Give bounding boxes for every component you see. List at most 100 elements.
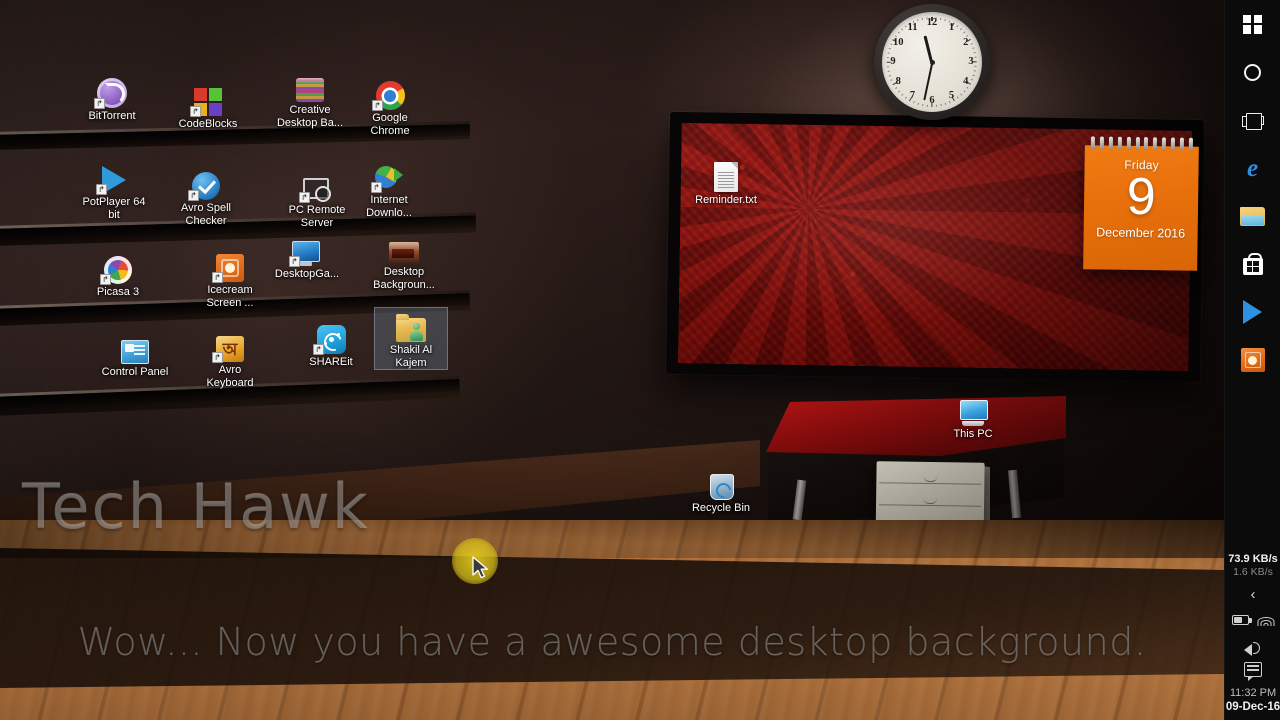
taskbar-button-cortana-circle[interactable] xyxy=(1225,48,1280,96)
desktop-icon-glyph: ↱ xyxy=(170,166,242,201)
desktop-icon[interactable]: This PC xyxy=(937,392,1009,441)
network-download-speed: 73.9 KB/s xyxy=(1228,553,1278,565)
desktop-icon-glyph: ↱ xyxy=(271,232,343,267)
picasa-icon: ↱ xyxy=(100,252,134,285)
calendar-widget[interactable]: Friday 9 December 2016 xyxy=(1083,136,1199,271)
desktop-icon[interactable]: ↱ PotPlayer 64 bit xyxy=(78,160,150,221)
calendar-spiral-rings-icon xyxy=(1085,136,1199,151)
volume-icon[interactable] xyxy=(1244,640,1262,656)
clock-numeral: 2 xyxy=(963,36,969,48)
desktop-icon[interactable]: Creative Desktop Ba... xyxy=(274,68,346,129)
desktop-icon-label: DesktopGa... xyxy=(274,268,340,280)
clock-numeral: 1 xyxy=(948,22,955,34)
shortcut-arrow-icon: ↱ xyxy=(372,100,383,111)
desktop-icon[interactable]: ↱ BitTorrent xyxy=(76,74,148,123)
desktop-icon-glyph xyxy=(368,230,440,264)
taskbar-button-file-explorer[interactable] xyxy=(1225,192,1280,240)
bittorrent-icon: ↱ xyxy=(94,76,128,109)
desktop-icon-glyph: ↱ xyxy=(295,320,367,355)
taskbar-button-microsoft-edge[interactable]: e xyxy=(1225,144,1280,192)
calendar-ring xyxy=(1170,137,1175,151)
desktop-wallpaper[interactable]: 12 1 2 3 4 5 6 7 8 9 10 11 Friday 9 December 2016 T… xyxy=(0,0,1224,720)
wifi-icon[interactable] xyxy=(1257,614,1274,626)
desktop-icon[interactable]: ↱ PC Remote Server xyxy=(281,168,353,229)
show-hidden-icons-chevron-icon[interactable]: ‹ xyxy=(1225,584,1280,606)
desktop-icon-label: Picasa 3 xyxy=(96,286,140,298)
desktop-icon[interactable]: Recycle Bin xyxy=(685,466,757,515)
battery-icon[interactable] xyxy=(1232,615,1252,625)
clock-face: 12 1 2 3 4 5 6 7 8 9 10 11 xyxy=(882,12,982,112)
desktop-icon-glyph xyxy=(690,158,762,192)
desktop-icon-label: Desktop Backgroun... xyxy=(373,266,435,291)
calendar-ring xyxy=(1179,137,1184,151)
calendar-ring xyxy=(1153,137,1158,151)
calendar-ring xyxy=(1091,136,1096,150)
avro-keyboard-icon: অ ↱ xyxy=(212,330,246,363)
google-chrome-icon: ↱ xyxy=(372,78,406,111)
clock-hour-hand xyxy=(923,35,934,63)
desktop-icon-glyph xyxy=(99,330,171,364)
taskbar-clock-date[interactable]: 09-Dec-16 xyxy=(1225,700,1280,714)
taskbar-button-windows-start[interactable] xyxy=(1225,0,1280,48)
calendar-ring xyxy=(1100,136,1105,150)
taskbar-button-icecream-recorder[interactable] xyxy=(1225,336,1280,384)
this-pc-icon xyxy=(957,394,989,426)
calendar-ring xyxy=(1135,136,1140,150)
clock-numeral: 5 xyxy=(948,89,955,101)
desktop-icon[interactable]: অ ↱ Avro Keyboard xyxy=(194,328,266,389)
desktop-icon-glyph: ↱ xyxy=(281,168,353,203)
desktop-icon[interactable]: ↱ Google Chrome xyxy=(354,76,426,137)
desktop-icon-glyph xyxy=(937,392,1009,426)
desktop-icon[interactable]: Shakil Al Kajem xyxy=(374,307,448,370)
clock-numeral: 7 xyxy=(909,89,916,101)
desktop-icon[interactable]: Reminder.txt xyxy=(690,158,762,207)
desktop-icon[interactable]: ↱ Internet Downlo... xyxy=(353,158,425,219)
desktop-icon-label: Internet Downlo... xyxy=(366,194,412,219)
taskbar-button-microsoft-store[interactable] xyxy=(1225,240,1280,288)
windows-taskbar: e 73.9 KB/s 1.6 KB/s ‹ 11:32 PM 09-Dec-1… xyxy=(1224,0,1280,720)
tray-status-icons-row xyxy=(1225,609,1280,631)
desktop-icon-glyph: ↱ xyxy=(353,158,425,193)
avro-spell-checker-icon: ↱ xyxy=(188,168,222,201)
desktop-icon-glyph: অ ↱ xyxy=(194,328,266,363)
desktop-icon-label: CodeBlocks xyxy=(178,118,238,130)
shortcut-arrow-icon: ↱ xyxy=(100,274,111,285)
taskbar-button-task-view[interactable] xyxy=(1225,96,1280,144)
desktop-icon-glyph: ↱ xyxy=(82,250,154,285)
desktop-icon[interactable]: ↱ Picasa 3 xyxy=(82,250,154,299)
icecream-screen-recorder-icon: ↱ xyxy=(212,250,246,283)
system-tray: 73.9 KB/s 1.6 KB/s ‹ 11:32 PM 09-Dec-16 xyxy=(1225,553,1280,720)
desktop-icon-label: Icecream Screen ... xyxy=(206,284,254,309)
calendar-day-number: 9 xyxy=(1126,167,1157,227)
desktop-icon[interactable]: ↱ SHAREit xyxy=(295,320,367,369)
desktop-screen: 12 1 2 3 4 5 6 7 8 9 10 11 Friday 9 December 2016 T… xyxy=(0,0,1280,720)
shortcut-arrow-icon: ↱ xyxy=(299,192,310,203)
desktop-icon[interactable]: ↱ Avro Spell Checker xyxy=(170,166,242,227)
user-folder-icon xyxy=(395,310,427,342)
text-file-icon xyxy=(710,160,742,192)
desktop-icon[interactable]: Control Panel xyxy=(99,330,171,379)
desktop-icon[interactable]: Desktop Backgroun... xyxy=(368,230,440,291)
clock-numeral: 3 xyxy=(968,56,974,67)
calendar-ring xyxy=(1161,137,1167,151)
desktop-icon[interactable]: ↱ DesktopGa... xyxy=(271,232,343,281)
desktop-icon-label: Shakil Al Kajem xyxy=(389,344,433,369)
recycle-bin-icon xyxy=(705,468,737,500)
calendar-ring xyxy=(1126,136,1131,150)
desktop-icon-label: PC Remote Server xyxy=(288,204,346,229)
analog-clock-widget[interactable]: 12 1 2 3 4 5 6 7 8 9 10 11 xyxy=(874,4,990,120)
cortana-circle-icon xyxy=(1244,63,1261,81)
control-panel-icon xyxy=(119,332,151,364)
desktop-icon-label: Google Chrome xyxy=(370,112,410,137)
codeblocks-icon: ↱ xyxy=(190,84,224,117)
desktop-icon-label: Creative Desktop Ba... xyxy=(276,104,344,129)
icecream-recorder-icon xyxy=(1240,348,1265,372)
taskbar-clock-time[interactable]: 11:32 PM xyxy=(1225,686,1280,700)
taskbar-button-strip: e xyxy=(1225,0,1280,384)
desktop-icon-label: BitTorrent xyxy=(88,110,136,122)
taskbar-button-movies-tv[interactable] xyxy=(1225,288,1280,336)
desktop-icon[interactable]: ↱ CodeBlocks xyxy=(172,82,244,131)
shortcut-arrow-icon: ↱ xyxy=(190,106,201,117)
desktop-icon[interactable]: ↱ Icecream Screen ... xyxy=(194,248,266,309)
action-center-icon[interactable] xyxy=(1244,662,1262,681)
